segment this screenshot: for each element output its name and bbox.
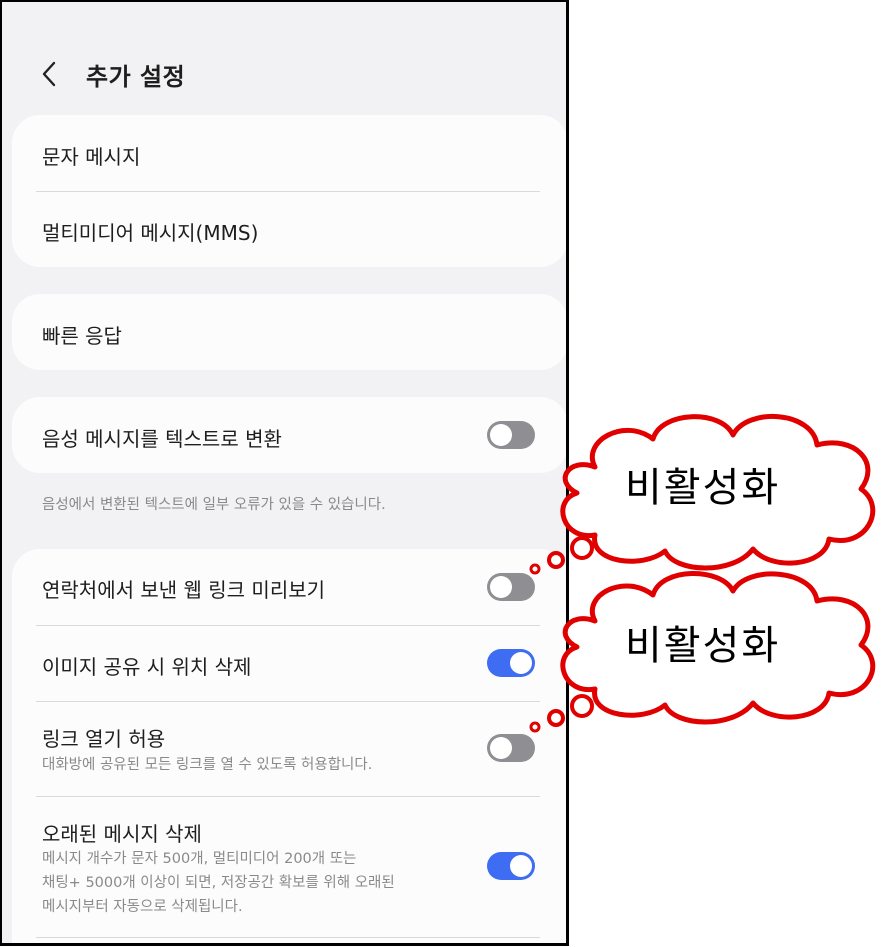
web-link-preview-label: 연락처에서 보낸 웹 링크 미리보기 [42,578,326,602]
toggle-knob [490,576,512,598]
delete-old-messages-label: 오래된 메시지 삭제 [42,822,202,846]
app-header: 추가 설정 [2,50,566,98]
divider [36,937,540,938]
mms-settings-item[interactable]: 멀티미디어 메시지(MMS) [12,191,566,267]
privacy-settings-card: 연락처에서 보낸 웹 링크 미리보기 이미지 공유 시 위치 삭제 링크 열기 … [12,549,566,943]
remove-location-item[interactable]: 이미지 공유 시 위치 삭제 [12,625,566,701]
voice-to-text-card: 음성 메시지를 텍스트로 변환 [12,397,566,473]
toggle-knob [490,424,512,446]
quick-reply-item[interactable]: 빠른 응답 [12,294,566,370]
voice-to-text-note: 음성에서 변환된 텍스트에 일부 오류가 있을 수 있습니다. [42,497,386,513]
allow-open-links-description: 대화방에 공유된 모든 링크를 열 수 있도록 허용합니다. [42,757,373,773]
delete-old-messages-toggle[interactable] [487,852,535,880]
toggle-knob [490,737,512,759]
allow-open-links-item[interactable]: 링크 열기 허용 대화방에 공유된 모든 링크를 열 수 있도록 허용합니다. [12,701,566,796]
callout-disabled-2: 비활성화 [525,565,888,735]
mms-label: 멀티미디어 메시지(MMS) [42,221,259,245]
page-title: 추가 설정 [86,63,186,91]
sms-label: 문자 메시지 [42,145,141,169]
voice-to-text-item[interactable]: 음성 메시지를 텍스트로 변환 [12,397,566,473]
message-settings-card: 문자 메시지 멀티미디어 메시지(MMS) [12,115,566,267]
toggle-knob [510,855,532,877]
callout-text: 비활성화 [625,623,781,669]
quick-reply-label: 빠른 응답 [42,324,122,348]
allow-open-links-label: 링크 열기 허용 [42,727,166,751]
remove-location-label: 이미지 공유 시 위치 삭제 [42,655,252,679]
phone-screen: 추가 설정 문자 메시지 멀티미디어 메시지(MMS) 빠른 응답 음성 메시지… [0,0,569,946]
chevron-left-icon [42,61,56,87]
web-link-preview-item[interactable]: 연락처에서 보낸 웹 링크 미리보기 [12,549,566,625]
delete-old-messages-item[interactable]: 오래된 메시지 삭제 메시지 개수가 문자 500개, 멀티미디어 200개 또… [12,796,566,936]
sms-settings-item[interactable]: 문자 메시지 [12,115,566,191]
callout-disabled-1: 비활성화 [525,405,888,580]
voice-to-text-label: 음성 메시지를 텍스트로 변환 [42,427,282,451]
callout-text: 비활성화 [625,465,781,511]
quick-reply-card: 빠른 응답 [12,294,566,370]
delete-old-messages-description-line-2: 채팅+ 5000개 이상이 되면, 저장공간 확보를 위해 오래된 [42,875,395,891]
delete-old-messages-description-line-3: 메시지부터 자동으로 삭제됩니다. [42,899,243,915]
back-button[interactable] [34,58,66,90]
delete-old-messages-description-line-1: 메시지 개수가 문자 500개, 멀티미디어 200개 또는 [42,851,357,867]
allow-open-links-toggle[interactable] [487,734,535,762]
